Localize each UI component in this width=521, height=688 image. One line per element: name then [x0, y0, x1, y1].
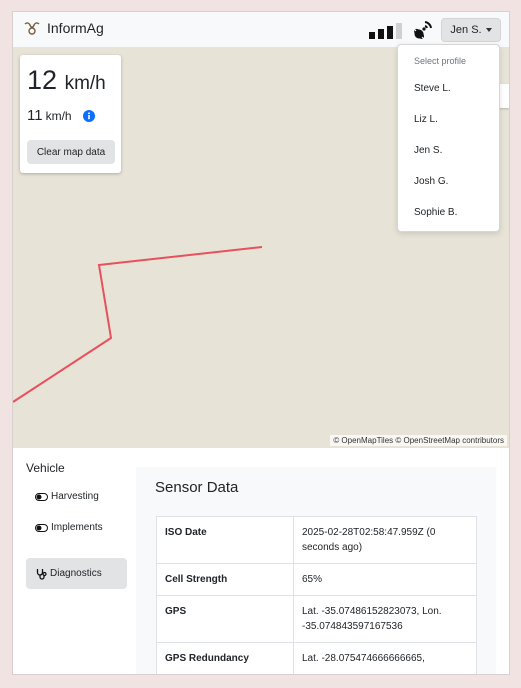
profile-item-josh[interactable]: Josh G.: [414, 176, 448, 187]
table-row: GPS Redundancy Lat. -28.075474666666665,: [156, 642, 477, 674]
satellite-dish-icon[interactable]: [411, 18, 435, 42]
profile-button-label: Jen S.: [450, 24, 482, 36]
sensor-value: 2025-02-28T02:58:47.959Z (0 seconds ago): [293, 516, 477, 564]
sensor-value: 65%: [293, 563, 477, 596]
app-name: InformAg: [47, 20, 104, 36]
table-row: Cell Strength 65%: [156, 563, 477, 596]
sidebar-item-label: Implements: [51, 522, 103, 533]
profile-item-sophie[interactable]: Sophie B.: [414, 207, 457, 218]
sidebar-item-label: Harvesting: [51, 491, 99, 502]
sensor-key: GPS: [156, 595, 294, 643]
secondary-speed: 11 km/h: [27, 107, 121, 124]
stethoscope-icon: [36, 568, 47, 580]
diagnostics-label: Diagnostics: [50, 568, 102, 579]
app-window: InformAg Jen S. © OpenMapTiles © OpenStr…: [12, 11, 510, 675]
caret-down-icon: [485, 28, 492, 32]
sensor-data-title: Sensor Data: [155, 479, 239, 496]
profile-dropdown-button[interactable]: Jen S.: [441, 18, 501, 42]
sidebar-item-implements[interactable]: Implements: [35, 522, 103, 533]
primary-speed-unit: km/h: [64, 73, 106, 94]
dropdown-header: Select profile: [414, 56, 467, 66]
signal-strength-icon[interactable]: [369, 23, 405, 39]
profile-item-liz[interactable]: Liz L.: [414, 114, 438, 125]
sensor-data-panel: Sensor Data ISO Date 2025-02-28T02:58:47…: [136, 467, 496, 674]
sidebar-item-harvesting[interactable]: Harvesting: [35, 491, 99, 502]
map-attribution[interactable]: © OpenMapTiles © OpenStreetMap contribut…: [330, 435, 507, 446]
secondary-speed-value: 11: [27, 107, 43, 124]
speed-card: 12 km/h 11 km/h Clear map data: [20, 55, 121, 173]
table-row: GPS Lat. -35.07486152823073, Lon. -35.07…: [156, 595, 477, 643]
primary-speed: 12 km/h: [27, 65, 121, 99]
table-row: ISO Date 2025-02-28T02:58:47.959Z (0 sec…: [156, 516, 477, 564]
info-icon[interactable]: [82, 109, 95, 122]
sensor-value: Lat. -28.075474666666665,: [293, 642, 477, 674]
navbar: InformAg Jen S.: [13, 12, 509, 48]
toggle-icon: [35, 492, 48, 501]
toggle-icon: [35, 523, 48, 532]
clear-map-data-button[interactable]: Clear map data: [27, 140, 115, 164]
sensor-data-table: ISO Date 2025-02-28T02:58:47.959Z (0 sec…: [156, 516, 477, 674]
sensor-key: GPS Redundancy: [156, 642, 294, 674]
sensor-key: ISO Date: [156, 516, 294, 564]
profile-item-jen[interactable]: Jen S.: [414, 145, 442, 156]
sensor-value: Lat. -35.07486152823073, Lon. -35.074843…: [293, 595, 477, 643]
secondary-speed-unit: km/h: [45, 108, 72, 123]
vehicle-heading: Vehicle: [26, 461, 65, 475]
sensor-key: Cell Strength: [156, 563, 294, 596]
profile-item-steve[interactable]: Steve L.: [414, 83, 451, 94]
primary-speed-value: 12: [27, 65, 58, 95]
sidebar-item-diagnostics[interactable]: Diagnostics: [26, 558, 127, 589]
profile-dropdown-menu: Select profile Steve L. Liz L. Jen S. Jo…: [397, 44, 500, 232]
logo-icon: [24, 22, 40, 35]
brand[interactable]: InformAg: [23, 20, 104, 36]
